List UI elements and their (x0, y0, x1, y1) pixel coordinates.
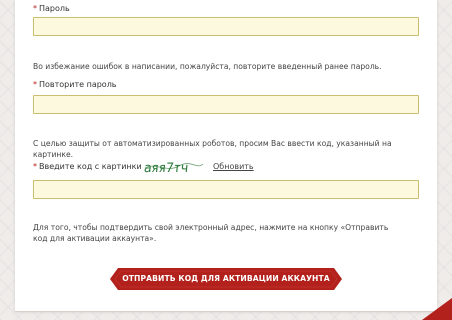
required-mark: * (33, 4, 37, 13)
captcha-text: аяя7тч (143, 161, 188, 176)
captcha-field[interactable] (33, 180, 419, 199)
send-activation-code-button[interactable]: ОТПРАВИТЬ КОД ДЛЯ АКТИВАЦИИ АККАУНТА (110, 268, 342, 290)
captcha-image: аяя7тч (143, 161, 204, 176)
repeat-password-hint: Во избежание ошибок в написании, пожалуй… (33, 62, 382, 71)
captcha-label: * Введите код с картинки (33, 162, 142, 171)
send-activation-code-label: ОТПРАВИТЬ КОД ДЛЯ АКТИВАЦИИ АККАУНТА (122, 274, 330, 283)
password-field[interactable] (33, 17, 419, 36)
password-label: * Пароль (33, 4, 70, 13)
repeat-password-label: * Повторите пароль (33, 80, 117, 89)
corner-decoration (422, 298, 452, 320)
repeat-password-field[interactable] (33, 95, 419, 114)
email-confirm-hint: Для того, чтобы подтвердить свой электро… (33, 223, 389, 243)
captcha-hint: С целью защиты от автоматизированных роб… (33, 139, 392, 159)
panel-bottom-border (15, 311, 437, 312)
required-mark: * (33, 80, 37, 89)
submit-button-wrapper: ОТПРАВИТЬ КОД ДЛЯ АКТИВАЦИИ АККАУНТА (110, 268, 342, 290)
refresh-captcha-link[interactable]: Обновить (213, 162, 254, 171)
required-mark: * (33, 162, 37, 171)
